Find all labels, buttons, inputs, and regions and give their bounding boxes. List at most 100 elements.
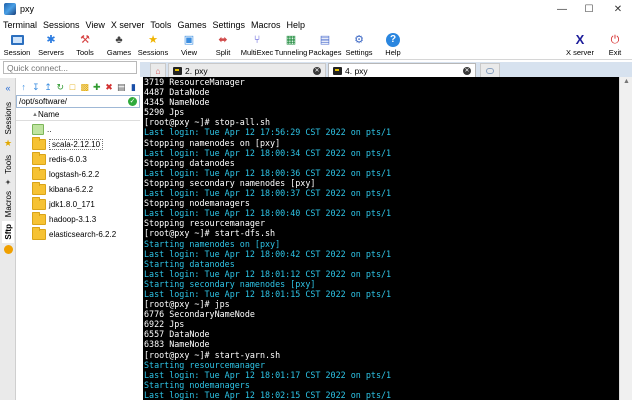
- sftp-toolbar: ↑ ↧ ↥ ↻ □ ▩ ✚ ✖ ▤ ▮: [16, 80, 140, 94]
- tab-4-pxy[interactable]: 4. pxy ✕: [328, 63, 476, 77]
- file-row[interactable]: ..: [16, 122, 140, 137]
- session-tab-bar: ⌂ 2. pxy ✕ 4. pxy ✕: [140, 62, 632, 77]
- file-row[interactable]: jdk1.8.0_171: [16, 197, 140, 212]
- up-dir-icon[interactable]: ↑: [18, 81, 29, 93]
- new-tab-button[interactable]: [480, 63, 500, 77]
- menu-macros[interactable]: Macros: [248, 20, 284, 30]
- terminal-line: [root@pxy ~]# start-dfs.sh: [144, 228, 276, 239]
- servers-button[interactable]: ✱ Servers: [34, 33, 68, 59]
- help-button[interactable]: ? Help: [376, 33, 410, 59]
- sftp-path-input[interactable]: /opt/software/ ✓: [16, 95, 140, 108]
- quick-connect-input[interactable]: [3, 61, 137, 74]
- multiexec-button[interactable]: ⑂ MultiExec: [240, 33, 274, 59]
- menu-settings[interactable]: Settings: [209, 20, 248, 30]
- terminal-line: [root@pxy ~]# start-yarn.sh: [144, 349, 281, 360]
- maximize-icon[interactable]: ☐: [575, 0, 603, 18]
- menu-terminal[interactable]: Terminal: [0, 20, 40, 30]
- exit-button[interactable]: ⏻ Exit: [598, 33, 632, 59]
- tab-2-pxy[interactable]: 2. pxy ✕: [168, 63, 326, 77]
- terminal-line: Last login: Tue Apr 12 18:00:36 CST 2022…: [144, 167, 392, 178]
- packages-button[interactable]: ▤ Packages: [308, 33, 342, 59]
- split-icon: ⬌: [218, 34, 228, 46]
- home-tab-icon[interactable]: ⌂: [150, 63, 166, 77]
- split-button[interactable]: ⬌ Split: [206, 33, 240, 59]
- download-icon[interactable]: ↧: [30, 81, 41, 93]
- file-name: logstash-6.2.2: [49, 170, 100, 179]
- help-icon: ?: [386, 33, 400, 47]
- terminal-scrollbar[interactable]: ▲: [619, 77, 632, 400]
- menu-help[interactable]: Help: [284, 20, 309, 30]
- toolbar-label: Session: [3, 48, 31, 57]
- sessions-button[interactable]: ★ Sessions: [136, 33, 170, 59]
- file-list-header[interactable]: ▲ Name: [16, 109, 140, 121]
- terminal-line: Last login: Tue Apr 12 18:00:34 CST 2022…: [144, 147, 392, 158]
- sftp-path-text: /opt/software/: [19, 97, 68, 106]
- close-icon[interactable]: ✕: [604, 0, 632, 18]
- terminal-line: 6557 DataNode: [144, 329, 210, 340]
- terminal-tab-icon: [333, 66, 342, 75]
- session-button[interactable]: Session: [0, 33, 34, 59]
- sftp-info-icon[interactable]: ▮: [128, 81, 139, 93]
- new-file-icon[interactable]: □: [67, 81, 78, 93]
- menu-games[interactable]: Games: [174, 20, 209, 30]
- file-name: scala-2.12.10: [49, 139, 104, 150]
- menu-view[interactable]: View: [83, 20, 108, 30]
- multiexec-icon: ⑂: [253, 34, 261, 46]
- minimize-icon[interactable]: —: [548, 0, 576, 18]
- main-toolbar: Session ✱ Servers ⚒ Tools ♣ Games ★ Sessions ▣ Vie…: [0, 32, 632, 60]
- upload-icon[interactable]: ↥: [42, 81, 53, 93]
- terminal-line: Starting resourcemanager: [144, 359, 266, 370]
- terminal-line: Last login: Tue Apr 12 18:01:17 CST 2022…: [144, 369, 392, 380]
- games-button[interactable]: ♣ Games: [102, 33, 136, 59]
- side-tab-tools[interactable]: Tools: [2, 150, 14, 178]
- parent-folder-icon: [32, 124, 44, 135]
- scroll-up-icon[interactable]: ▲: [622, 78, 631, 86]
- properties-icon[interactable]: ▤: [116, 81, 127, 93]
- file-row[interactable]: logstash-6.2.2: [16, 167, 140, 182]
- file-row[interactable]: scala-2.12.10: [16, 137, 140, 152]
- tunneling-button[interactable]: ▦ Tunneling: [274, 33, 308, 59]
- sftp-globe-icon: [2, 244, 14, 254]
- menu-bar: Terminal Sessions View X server Tools Games Se…: [0, 18, 632, 32]
- add-icon[interactable]: ✚: [91, 81, 102, 93]
- menu-tools[interactable]: Tools: [147, 20, 174, 30]
- sftp-panel: ↑ ↧ ↥ ↻ □ ▩ ✚ ✖ ▤ ▮ /opt/software/ ✓ ▲ N…: [16, 78, 140, 400]
- side-tab-macros[interactable]: Macros: [2, 188, 14, 220]
- settings-button[interactable]: ⚙ Settings: [342, 33, 376, 59]
- toolbar-label: Tunneling: [274, 48, 308, 57]
- file-row[interactable]: redis-6.0.3: [16, 152, 140, 167]
- file-name: hadoop-3.1.3: [49, 215, 97, 224]
- monitor-icon: [10, 33, 24, 47]
- title-bar: pxy — ☐ ✕: [0, 0, 632, 18]
- menu-x-server[interactable]: X server: [108, 20, 148, 30]
- terminal-line: Last login: Tue Apr 12 18:02:15 CST 2022…: [144, 389, 392, 400]
- toolbar-label: Servers: [38, 48, 64, 57]
- file-row[interactable]: hadoop-3.1.3: [16, 212, 140, 227]
- folder-icon: [32, 152, 46, 165]
- view-button[interactable]: ▣ View: [172, 33, 206, 59]
- side-tab-sessions[interactable]: Sessions: [2, 98, 14, 138]
- path-ok-icon[interactable]: ✓: [128, 97, 137, 106]
- terminal-output[interactable]: 3719 ResourceManager 4487 DataNode 4345 Na…: [143, 77, 619, 400]
- toolbar-label: Tools: [76, 48, 94, 57]
- tab-close-icon[interactable]: ✕: [463, 66, 471, 75]
- toolbar-label: X server: [566, 48, 594, 57]
- file-name: jdk1.8.0_171: [49, 200, 95, 209]
- folder-icon: [32, 167, 46, 180]
- refresh-icon[interactable]: ↻: [55, 81, 66, 93]
- games-icon: ♣: [115, 34, 123, 46]
- tools-button[interactable]: ⚒ Tools: [68, 33, 102, 59]
- toolbar-label: Exit: [608, 48, 622, 57]
- side-tab-sftp[interactable]: Sftp: [2, 221, 14, 243]
- tab-close-icon[interactable]: ✕: [313, 66, 321, 75]
- terminal-line: Stopping resourcemanager: [144, 218, 266, 229]
- file-row[interactable]: kibana-6.2.2: [16, 182, 140, 197]
- file-row[interactable]: elasticsearch-6.2.2: [16, 227, 140, 242]
- menu-sessions[interactable]: Sessions: [40, 20, 83, 30]
- collapse-panel-icon[interactable]: «: [2, 83, 14, 93]
- new-folder-icon[interactable]: ▩: [79, 81, 90, 93]
- x-server-button[interactable]: XX server: [563, 33, 597, 59]
- delete-icon[interactable]: ✖: [103, 81, 114, 93]
- toolbar-label: Settings: [345, 48, 373, 57]
- folder-icon: [32, 227, 46, 240]
